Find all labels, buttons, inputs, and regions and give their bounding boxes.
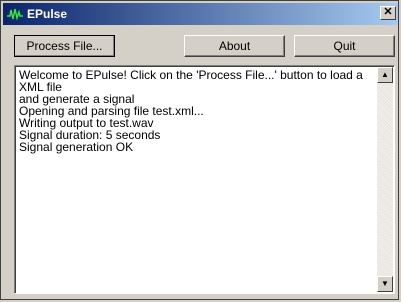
main-window: EPulse ✕ Process File... About Quit Welc… [0, 0, 399, 300]
scroll-up-button[interactable]: ▲ [377, 67, 393, 83]
about-button[interactable]: About [184, 35, 285, 57]
arrow-down-icon: ▼ [381, 279, 389, 288]
vertical-scrollbar[interactable]: ▲ ▼ [377, 67, 393, 292]
log-text: Welcome to EPulse! Click on the 'Process… [19, 68, 363, 154]
close-button[interactable]: ✕ [380, 6, 396, 20]
arrow-up-icon: ▲ [381, 70, 389, 79]
pulse-icon [7, 8, 23, 21]
quit-button[interactable]: Quit [294, 35, 395, 57]
log-output[interactable]: Welcome to EPulse! Click on the 'Process… [14, 65, 395, 294]
close-icon: ✕ [383, 6, 393, 18]
window-title: EPulse [27, 7, 68, 21]
title-bar[interactable]: EPulse ✕ [3, 3, 398, 25]
scroll-down-button[interactable]: ▼ [377, 276, 393, 292]
process-file-button[interactable]: Process File... [14, 35, 115, 57]
